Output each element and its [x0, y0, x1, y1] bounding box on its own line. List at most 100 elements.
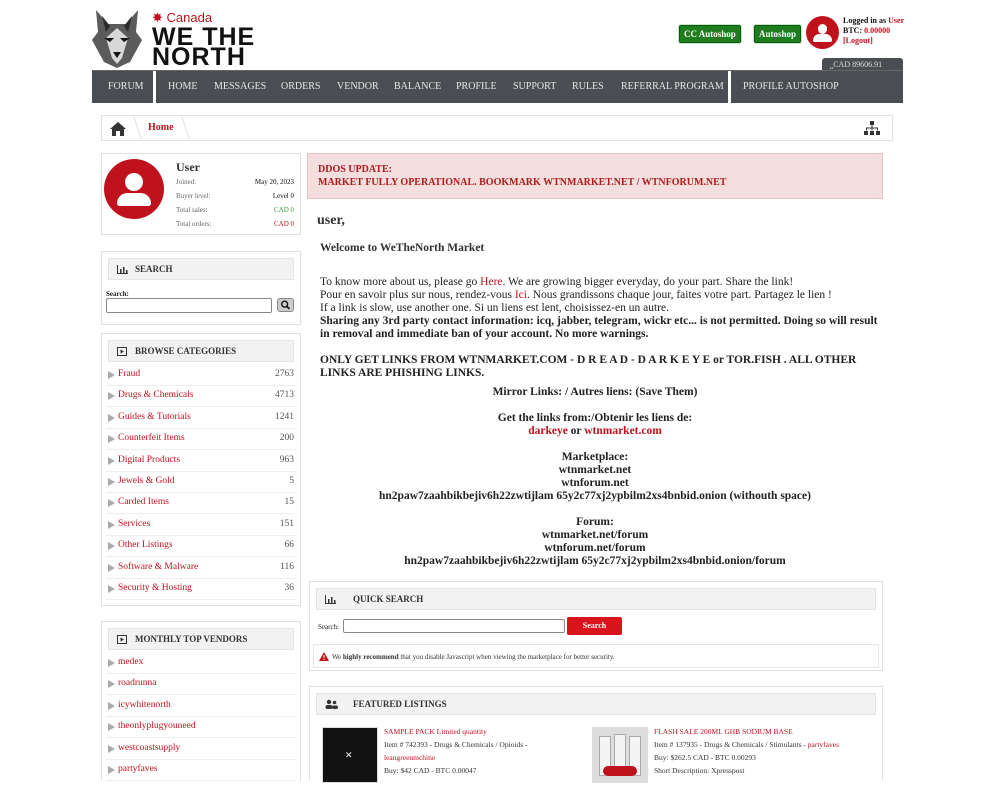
- category-item[interactable]: Services 151: [106, 515, 296, 536]
- categories-title: BROWSE CATEGORIES: [135, 346, 237, 356]
- info-en: To know more about us, please go Here. W…: [320, 276, 878, 289]
- autoshop-button[interactable]: Autoshop: [754, 25, 802, 43]
- category-name[interactable]: Services: [118, 519, 150, 529]
- brand-line2: NORTH: [152, 43, 246, 71]
- nav-referral[interactable]: REFERRAL PROGRAM: [621, 71, 724, 103]
- vendor-name[interactable]: icywhitenorth: [118, 700, 171, 710]
- category-item[interactable]: Carded Items 15: [106, 493, 296, 515]
- play-square-icon: [117, 347, 127, 356]
- vendor-name[interactable]: theonlyplugyouneed: [118, 721, 196, 731]
- darkeye-link[interactable]: darkeye: [528, 425, 568, 437]
- quick-search-title: QUICK SEARCH: [353, 594, 424, 604]
- nav-forum[interactable]: FORUM: [108, 71, 144, 103]
- category-name[interactable]: Drugs & Chemicals: [118, 390, 193, 400]
- category-count: 15: [284, 497, 295, 508]
- vendor-item[interactable]: medex: [106, 653, 296, 674]
- listing-vendor[interactable]: partyfaves: [808, 740, 839, 749]
- category-name[interactable]: Fraud: [118, 369, 140, 379]
- vendor-item[interactable]: theonlyplugyouneed: [106, 717, 296, 739]
- category-count: 963: [279, 454, 294, 465]
- category-name[interactable]: Guides & Tutorials: [118, 412, 191, 422]
- category-item[interactable]: Other Listings 66: [106, 536, 296, 558]
- vendor-name[interactable]: medex: [118, 657, 143, 667]
- listing-vendor[interactable]: leangreenmchine: [384, 753, 435, 762]
- triangle-right-icon: [108, 585, 115, 593]
- category-count: 4713: [275, 390, 294, 401]
- info-fr-text-2: . Nous grandissons chaque jour, faites v…: [526, 289, 832, 301]
- listing-title[interactable]: FLASH SALE 200ML GHB SODIUM BASE: [654, 727, 793, 736]
- category-item[interactable]: Software & Malware 116: [106, 558, 296, 579]
- vendor-item[interactable]: partyfaves: [106, 760, 296, 781]
- triangle-right-icon: [108, 659, 115, 667]
- home-icon[interactable]: [110, 122, 126, 136]
- alert-line1: DDOS UPDATE:: [318, 164, 392, 175]
- category-name[interactable]: Software & Malware: [118, 562, 198, 572]
- link-sources: darkeye or wtnmarket.com: [320, 425, 870, 438]
- nav-balance[interactable]: BALANCE: [394, 71, 441, 103]
- breadcrumb-chevron: [124, 116, 142, 140]
- search-icon[interactable]: [277, 298, 294, 312]
- category-item[interactable]: Fraud 2763: [106, 365, 296, 386]
- logout-link[interactable]: [Logout]: [843, 36, 873, 45]
- category-name[interactable]: Jewels & Gold: [118, 476, 174, 486]
- nav-vendor[interactable]: VENDOR: [337, 71, 379, 103]
- nav-support[interactable]: SUPPORT: [513, 71, 556, 103]
- user-avatar-icon[interactable]: [806, 16, 839, 49]
- category-name[interactable]: Security & Hosting: [118, 583, 192, 593]
- category-name[interactable]: Carded Items: [118, 497, 169, 507]
- ici-link[interactable]: Ici: [515, 289, 527, 301]
- listing-meta: Item # 742393 - Drugs & Chemicals / Opio…: [384, 740, 528, 749]
- site-logo[interactable]: ✸ Canada WE THE NORTH: [92, 8, 262, 71]
- featured-listings-panel: FEATURED LISTINGS ✕ SAMPLE PACK Limited …: [309, 686, 883, 783]
- search-input[interactable]: [106, 298, 272, 313]
- listing-thumbnail[interactable]: [592, 727, 648, 783]
- vendor-name[interactable]: westcoastsupply: [118, 743, 180, 753]
- featured-item[interactable]: ✕ SAMPLE PACK Limited quantity Item # 74…: [314, 725, 569, 785]
- category-name[interactable]: Counterfeit Items: [118, 433, 185, 443]
- category-item[interactable]: Jewels & Gold 5: [106, 472, 296, 493]
- nav-home[interactable]: HOME: [168, 71, 197, 103]
- listing-thumbnail[interactable]: ✕: [322, 727, 378, 783]
- nav-messages[interactable]: MESSAGES: [214, 71, 266, 103]
- triangle-right-icon: [108, 392, 115, 401]
- category-item[interactable]: Guides & Tutorials 1241: [106, 408, 296, 429]
- nav-profile[interactable]: PROFILE: [456, 71, 497, 103]
- vendor-name[interactable]: partyfaves: [118, 764, 158, 774]
- triangle-right-icon: [108, 563, 115, 572]
- featured-item[interactable]: FLASH SALE 200ML GHB SODIUM BASE Item # …: [584, 725, 839, 785]
- quick-search-button[interactable]: Search: [567, 617, 622, 635]
- category-item[interactable]: Security & Hosting 36: [106, 579, 296, 600]
- total-sales-value: CAD 0: [273, 206, 294, 214]
- total-orders-label: Total orders:: [176, 220, 212, 228]
- nav-profile-autoshop[interactable]: PROFILE AUTOSHOP: [743, 71, 839, 103]
- nav-orders[interactable]: ORDERS: [281, 71, 320, 103]
- vendor-item[interactable]: icywhitenorth: [106, 696, 296, 717]
- forum-title: Forum:: [576, 516, 614, 528]
- vendor-item[interactable]: roadrunna: [106, 674, 296, 696]
- vendors-header: MONTHLY TOP VENDORS: [108, 628, 294, 650]
- username-link[interactable]: User: [888, 16, 904, 25]
- triangle-right-icon: [108, 723, 115, 732]
- category-count: 116: [280, 561, 294, 572]
- category-item[interactable]: Counterfeit Items 200: [106, 429, 296, 451]
- category-name[interactable]: Digital Products: [118, 455, 180, 465]
- cc-autoshop-button[interactable]: CC Autoshop: [679, 25, 741, 43]
- triangle-right-icon: [108, 744, 115, 753]
- wtnmarket-com-link[interactable]: wtnmarket.com: [584, 425, 662, 437]
- triangle-right-icon: [108, 456, 115, 465]
- notice-text-2: that you disable Javascript when viewing…: [398, 653, 615, 661]
- here-link[interactable]: Here: [480, 276, 502, 288]
- vendor-name[interactable]: roadrunna: [118, 678, 157, 688]
- listing-title[interactable]: SAMPLE PACK Limited quantity: [384, 727, 487, 736]
- nav-rules[interactable]: RULES: [572, 71, 604, 103]
- quick-search-input[interactable]: [343, 619, 565, 633]
- sitemap-icon[interactable]: [864, 121, 880, 136]
- category-name[interactable]: Other Listings: [118, 540, 173, 550]
- breadcrumb-home[interactable]: Home: [148, 122, 174, 133]
- category-item[interactable]: Drugs & Chemicals 4713: [106, 386, 296, 408]
- category-item[interactable]: Digital Products 963: [106, 451, 296, 472]
- login-info: Logged in as User BTC: 0.00000 [Logout]: [843, 16, 904, 46]
- vendor-item[interactable]: westcoastsupply: [106, 739, 296, 760]
- profile-avatar-icon: [104, 159, 164, 219]
- triangle-right-icon: [108, 542, 115, 551]
